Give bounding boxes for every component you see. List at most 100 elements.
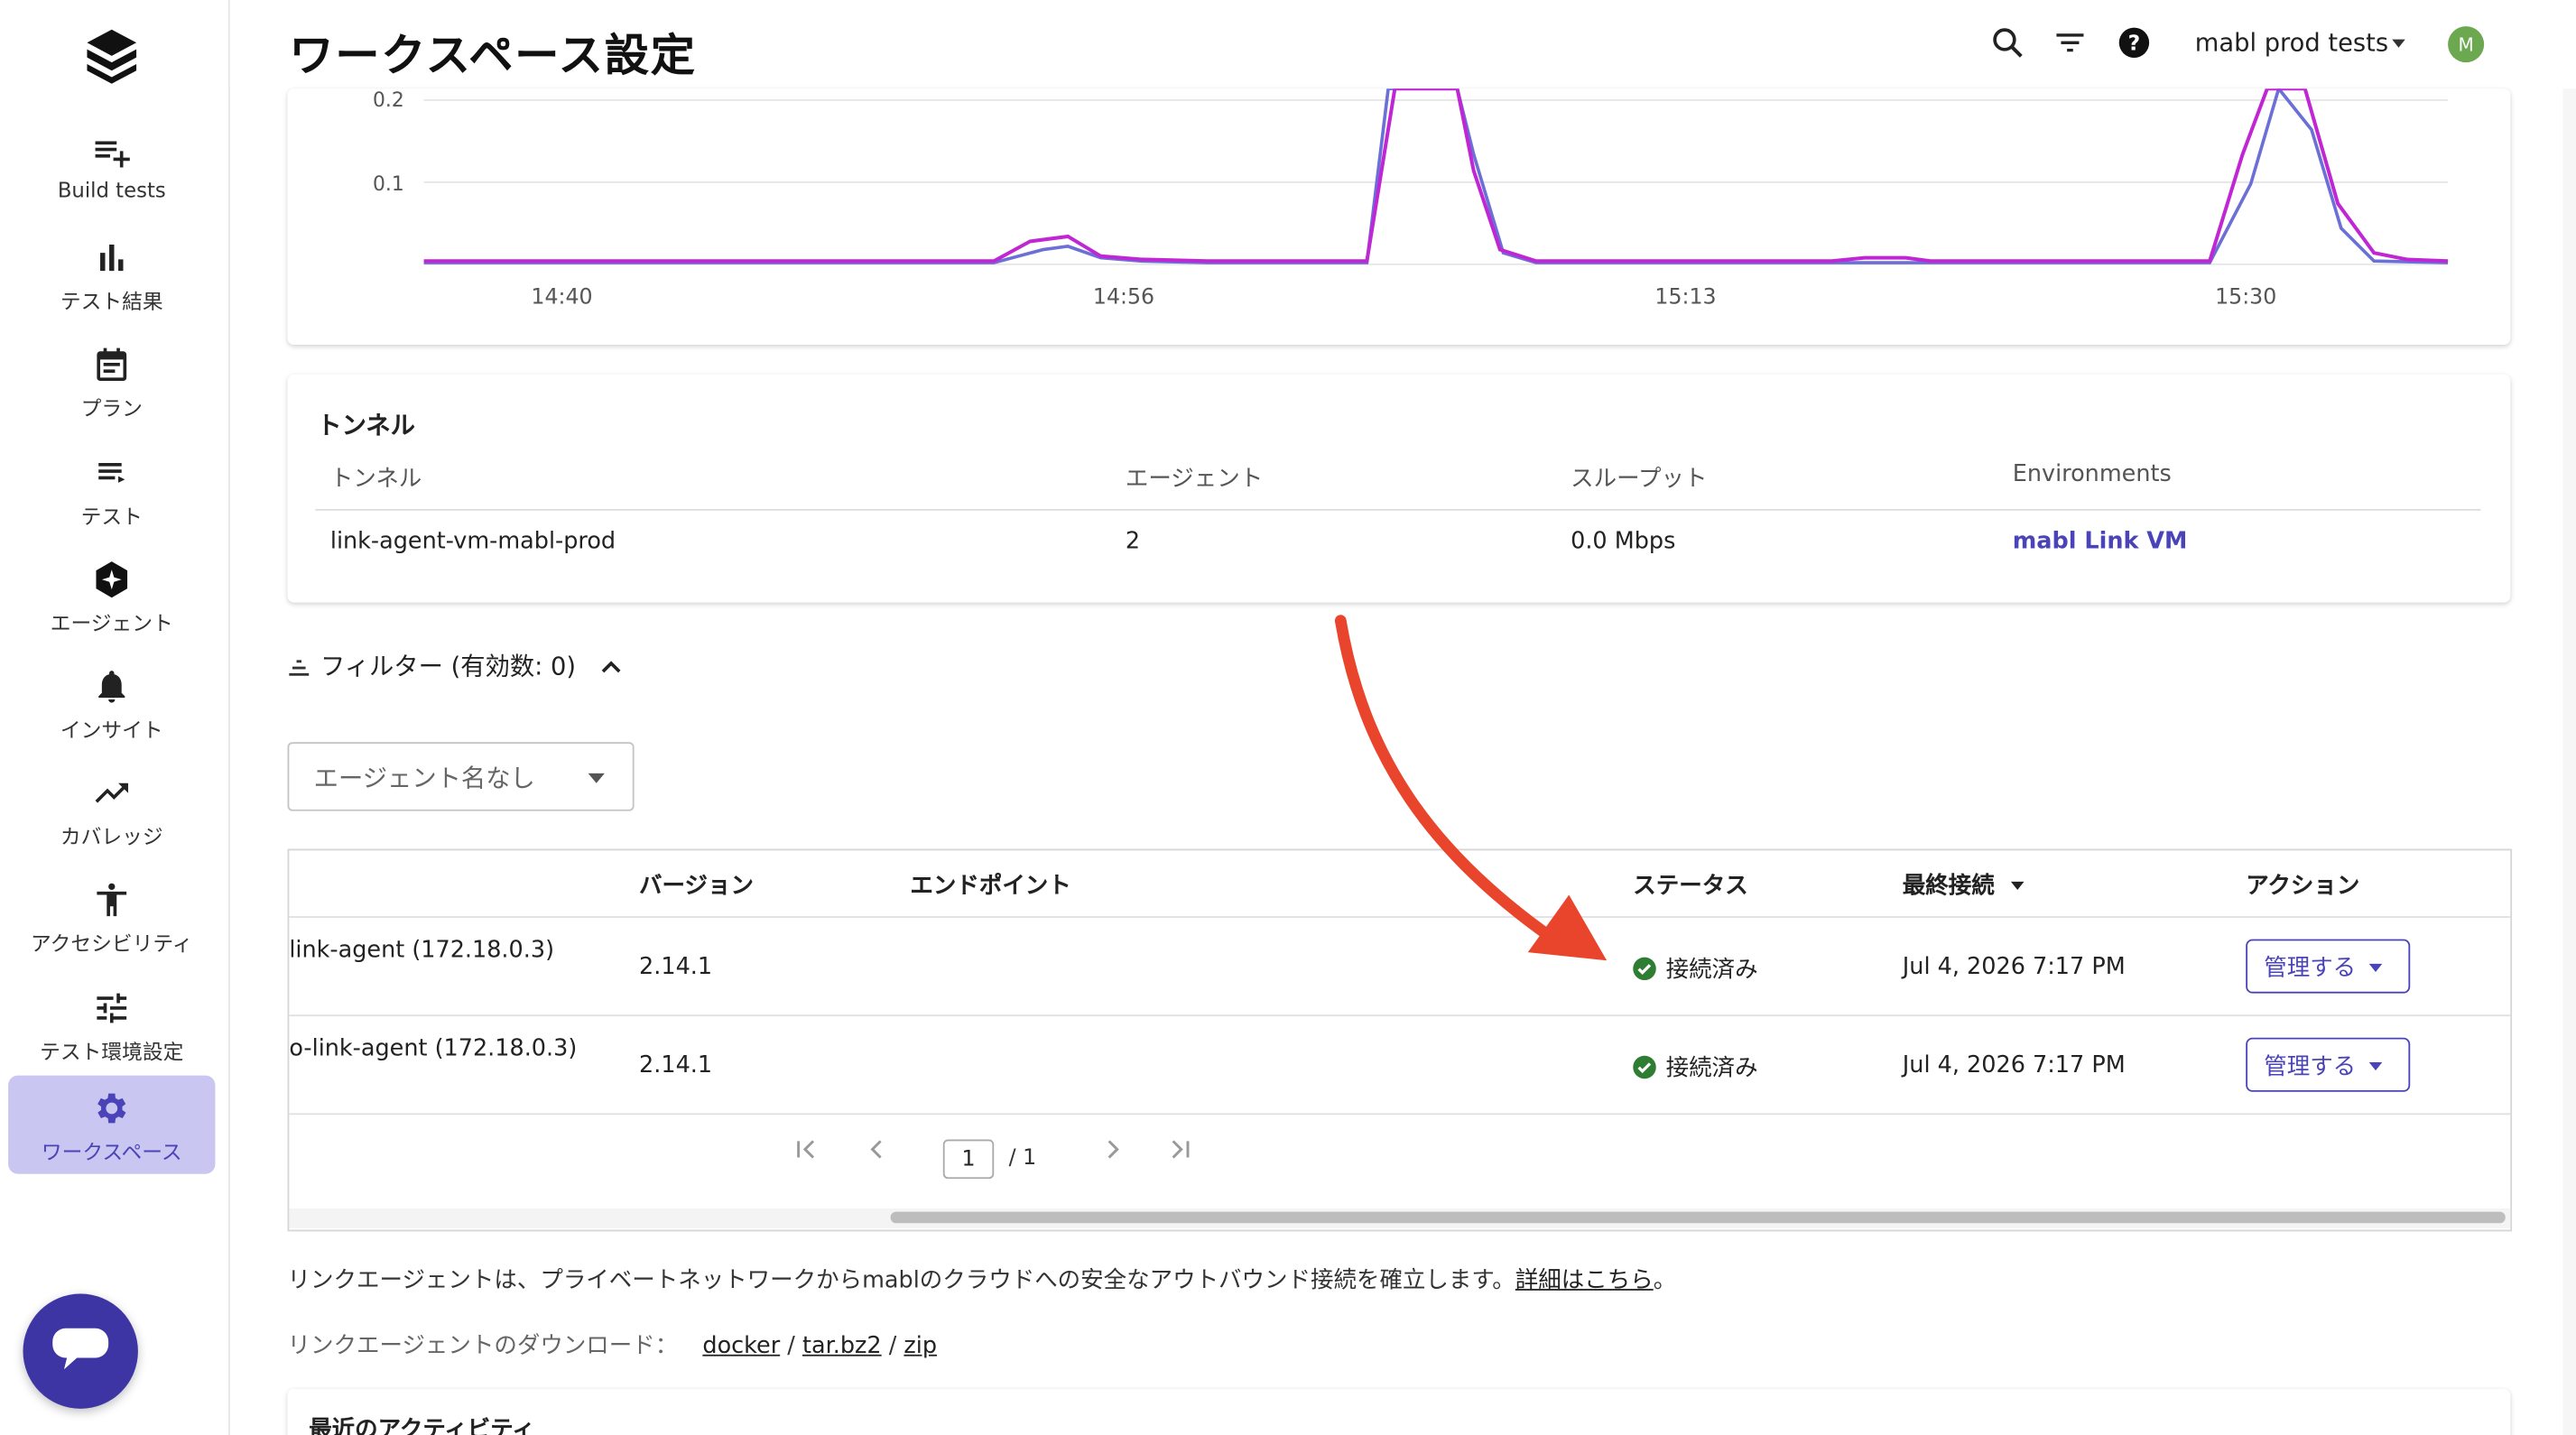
scrollbar-thumb[interactable]: [890, 1211, 2506, 1224]
download-label: リンクエージェントのダウンロード：: [287, 1333, 679, 1360]
separator: /: [780, 1333, 802, 1360]
column-header-status: ステータス: [1633, 873, 1748, 900]
activity-title: 最近のアクティビティ: [309, 1416, 535, 1435]
manage-button-label: 管理する: [2264, 955, 2357, 982]
link-agent-description: リンクエージェントは、プライベートネットワークからmablのクラウドへの安全なア…: [288, 1263, 1677, 1295]
x-tick-label: 14:56: [1093, 284, 1154, 310]
sidebar-item-test-results[interactable]: テスト結果: [8, 232, 215, 328]
recent-activity-card: 最近のアクティビティ: [287, 1389, 2511, 1435]
column-header-endpoint: エンドポイント: [910, 873, 1071, 900]
chevron-down-icon: [2368, 963, 2383, 972]
tunnel-title: トンネル: [317, 410, 415, 440]
sidebar-item-label: Build tests: [57, 177, 166, 202]
check-circle-icon: [1633, 1055, 1656, 1079]
column-header: スループット: [1571, 466, 1708, 493]
build-tests-icon: [92, 132, 132, 171]
bell-icon: [92, 667, 132, 707]
mabl-logo-icon[interactable]: [82, 26, 142, 85]
page-total: / 1: [1008, 1145, 1037, 1171]
x-tick-label: 15:13: [1654, 284, 1716, 310]
svg-text:?: ?: [2128, 31, 2141, 56]
divider: [289, 916, 2511, 918]
download-docker-link[interactable]: docker: [702, 1333, 780, 1359]
sidebar-item-label: エージェント: [50, 610, 173, 636]
avatar[interactable]: M: [2448, 26, 2485, 63]
bar-chart-icon: [92, 238, 132, 278]
sort-down-icon: [2010, 881, 2025, 891]
sidebar-item-env-settings[interactable]: テスト環境設定: [8, 982, 215, 1078]
workspace-switcher[interactable]: mabl prod tests: [2195, 28, 2388, 58]
sidebar-item-label: ワークスペース: [41, 1139, 182, 1164]
sidebar: Build tests テスト結果 プラン テスト エージェント インサイト カ…: [0, 0, 230, 1435]
agent-version: 2.14.1: [639, 1052, 713, 1079]
divider: [289, 1113, 2511, 1116]
tunnel-card: トンネル トンネル エージェント スループット Environments lin…: [287, 374, 2511, 603]
search-icon[interactable]: [1988, 23, 2027, 62]
top-header: ワークスペース設定 ? mabl prod tests M: [229, 0, 2576, 89]
manage-button-label: 管理する: [2264, 1053, 2357, 1081]
agent-name: o-link-agent (172.18.0.3): [289, 1035, 578, 1063]
download-zip-link[interactable]: zip: [903, 1333, 937, 1359]
tunnel-name: link-agent-vm-mabl-prod: [329, 528, 616, 555]
series-line-magenta: [423, 88, 2449, 264]
page-scrollbar[interactable]: [2562, 88, 2576, 1435]
page-title: ワークスペース設定: [289, 31, 697, 82]
status-text: 接続済み: [1665, 957, 1758, 984]
divider: [315, 508, 2481, 511]
status-text: 接続済み: [1665, 1055, 1758, 1082]
status-badge: 接続済み: [1633, 1051, 1758, 1083]
next-page-icon[interactable]: [1099, 1136, 1126, 1169]
filter-toggle[interactable]: フィルター (有効数: 0): [288, 649, 622, 683]
chat-button[interactable]: [23, 1293, 138, 1409]
last-connected: Jul 4, 2026 7:17 PM: [1902, 1052, 2126, 1079]
column-header-action: アクション: [2246, 873, 2360, 900]
column-header-last-connected[interactable]: 最終接続: [1903, 868, 2025, 901]
sidebar-item-workspace[interactable]: ワークスペース: [8, 1075, 216, 1174]
divider: [289, 1014, 2511, 1017]
accessibility-icon: [92, 880, 132, 920]
sidebar-item-insights[interactable]: インサイト: [8, 660, 215, 755]
chevron-up-icon: [599, 654, 622, 677]
download-line: リンクエージェントのダウンロード： docker / tar.bz2 / zip: [288, 1329, 938, 1361]
sidebar-item-build-tests[interactable]: Build tests: [8, 125, 215, 220]
sidebar-item-accessibility[interactable]: アクセシビリティ: [8, 874, 215, 969]
filter-icon[interactable]: [2051, 23, 2090, 62]
sidebar-item-plans[interactable]: プラン: [8, 338, 215, 434]
agent-name-select[interactable]: エージェント名なし: [287, 742, 635, 811]
series-line-blue: [423, 88, 2449, 264]
first-page-icon[interactable]: [793, 1136, 820, 1169]
sidebar-item-tests[interactable]: テスト: [8, 447, 215, 542]
last-page-icon[interactable]: [1166, 1136, 1192, 1169]
sidebar-item-agents[interactable]: エージェント: [8, 553, 215, 649]
agents-table: バージョン エンドポイント ステータス 最終接続 アクション link-agen…: [287, 848, 2513, 1232]
prev-page-icon[interactable]: [864, 1136, 890, 1169]
help-icon[interactable]: ?: [2115, 23, 2154, 62]
trending-up-icon: [92, 773, 132, 813]
last-connected: Jul 4, 2026 7:17 PM: [1902, 953, 2126, 981]
column-header: トンネル: [329, 466, 422, 493]
chevron-down-icon: [2368, 1062, 2383, 1071]
x-tick-label: 15:30: [2215, 284, 2276, 310]
dropdown-arrow-icon: [588, 773, 605, 783]
manage-button[interactable]: 管理する: [2246, 1037, 2411, 1092]
check-circle-icon: [1633, 957, 1656, 981]
tunnel-throughput: 0.0 Mbps: [1571, 528, 1676, 555]
chat-bubble-icon: [51, 1323, 110, 1379]
chevron-down-icon[interactable]: [2392, 39, 2405, 48]
tune-icon: [92, 988, 132, 1028]
y-tick-label: 0.1: [373, 173, 404, 196]
environment-link[interactable]: mabl Link VM: [2013, 529, 2188, 555]
manage-button[interactable]: 管理する: [2246, 939, 2411, 994]
column-header: Environments: [2012, 461, 2172, 488]
download-tarbz2-link[interactable]: tar.bz2: [802, 1333, 882, 1359]
sidebar-item-coverage[interactable]: カバレッジ: [8, 767, 215, 863]
page-number-input[interactable]: 1: [942, 1139, 995, 1180]
details-link[interactable]: 詳細はこちら: [1515, 1267, 1654, 1293]
separator: /: [881, 1333, 904, 1360]
stage: Build tests テスト結果 プラン テスト エージェント インサイト カ…: [0, 0, 2576, 1435]
sidebar-item-label: カバレッジ: [60, 824, 163, 849]
description-text: リンクエージェントは、プライベートネットワークからmablのクラウドへの安全なア…: [287, 1267, 1515, 1294]
column-header: エージェント: [1125, 466, 1264, 493]
sidebar-item-label: テスト: [80, 504, 143, 529]
list-icon: [92, 453, 132, 493]
